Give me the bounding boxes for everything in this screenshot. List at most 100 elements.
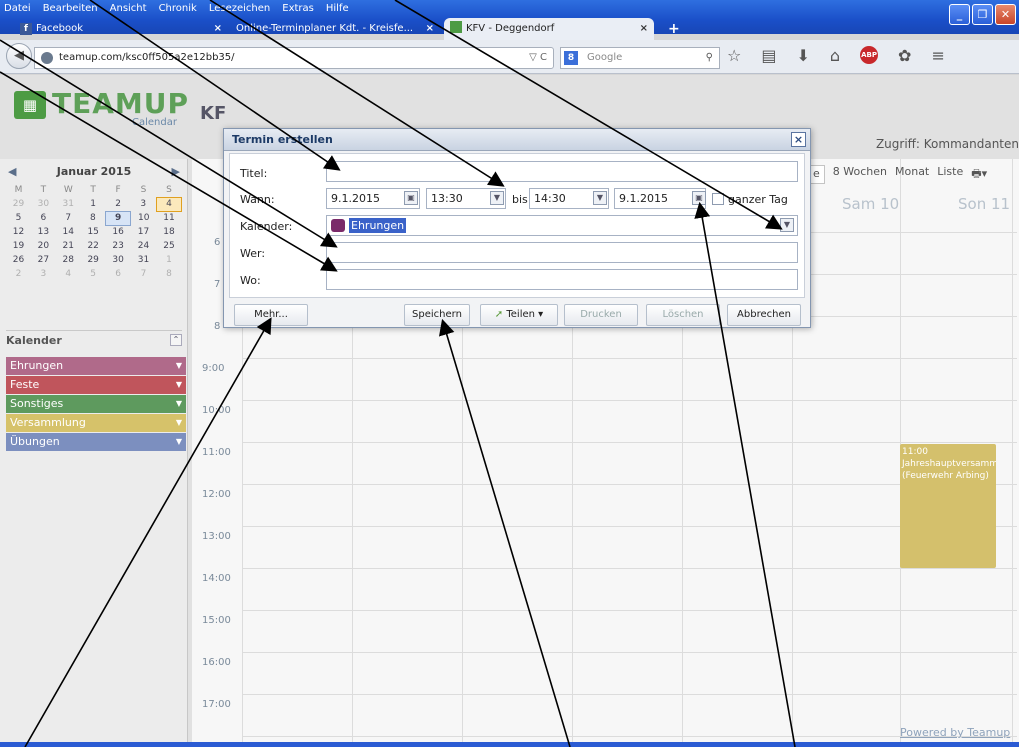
menu-extras[interactable]: Extras (282, 0, 314, 18)
day-cell[interactable]: 2 (106, 197, 131, 211)
calendar-item-feste[interactable]: Feste ▼ (6, 376, 186, 394)
close-tab-icon[interactable]: × (640, 18, 648, 40)
day-cell[interactable]: 25 (157, 239, 182, 253)
save-button[interactable]: Speichern (404, 304, 470, 326)
prev-month-icon[interactable]: ◀ (8, 165, 16, 178)
adblock-icon[interactable]: ABP (860, 46, 879, 64)
day-cell[interactable]: 8 (157, 267, 182, 281)
day-cell[interactable]: 5 (81, 267, 106, 281)
calendar-select[interactable]: Ehrungen ▼ (326, 215, 798, 236)
day-cell[interactable]: 8 (81, 211, 106, 225)
day-cell[interactable]: 14 (56, 225, 81, 239)
day-cell[interactable]: 20 (31, 239, 56, 253)
day-cell[interactable]: 30 (31, 197, 56, 211)
day-cell-today[interactable]: 4 (156, 196, 182, 212)
day-cell[interactable]: 7 (131, 267, 157, 281)
dropdown-icon[interactable]: ▼ (176, 433, 182, 451)
day-cell[interactable]: 10 (131, 211, 157, 225)
day-cell[interactable]: 13 (31, 225, 56, 239)
day-cell[interactable]: 12 (6, 225, 31, 239)
tab-list[interactable]: Liste (937, 165, 963, 184)
menu-chronik[interactable]: Chronik (159, 0, 197, 18)
tab-facebook[interactable]: f Facebook × (14, 18, 228, 40)
day-cell[interactable]: 6 (31, 211, 56, 225)
cancel-button[interactable]: Abbrechen (727, 304, 801, 326)
share-button[interactable]: ➚ Teilen ▾ (480, 304, 558, 326)
calendar-item-uebungen[interactable]: Übungen ▼ (6, 433, 186, 451)
reload-icon[interactable]: ▽ C (529, 48, 547, 68)
day-cell[interactable]: 29 (6, 197, 31, 211)
print-button[interactable]: Drucken (564, 304, 638, 326)
calendar-item-sonstiges[interactable]: Sonstiges ▼ (6, 395, 186, 413)
day-cell[interactable]: 5 (6, 211, 31, 225)
dropdown-icon[interactable]: ▼ (176, 414, 182, 432)
day-cell[interactable]: 31 (131, 253, 157, 267)
print-icon[interactable]: 🖶▾ (971, 165, 987, 184)
day-cell[interactable]: 22 (81, 239, 106, 253)
search-icon[interactable]: ⚲ (706, 48, 713, 68)
calendar-picker-icon[interactable]: ▣ (404, 191, 418, 205)
chevron-down-icon[interactable]: ▼ (490, 191, 504, 205)
day-cell[interactable]: 1 (157, 253, 182, 267)
star-icon[interactable]: ☆ (727, 46, 741, 65)
collapse-icon[interactable]: ⌃ (170, 334, 182, 346)
day-cell[interactable]: 7 (56, 211, 81, 225)
day-cell[interactable]: 19 (6, 239, 31, 253)
where-input[interactable] (326, 269, 798, 290)
calendar-item-ehrungen[interactable]: Ehrungen ▼ (6, 357, 186, 375)
tab-terminplaner[interactable]: Online-Terminplaner Kdt. - Kreisfe... × (230, 18, 440, 40)
chevron-down-icon[interactable]: ▼ (593, 191, 607, 205)
day-cell[interactable]: 16 (106, 225, 131, 239)
day-cell[interactable]: 1 (81, 197, 106, 211)
tab-8-weeks[interactable]: 8 Wochen (833, 165, 887, 184)
who-input[interactable] (326, 242, 798, 263)
home-icon[interactable]: ⌂ (830, 46, 840, 65)
day-cell[interactable]: 27 (31, 253, 56, 267)
close-tab-icon[interactable]: × (214, 18, 222, 40)
day-cell[interactable]: 30 (106, 253, 131, 267)
menu-bearbeiten[interactable]: Bearbeiten (43, 0, 98, 18)
day-cell[interactable]: 11 (157, 211, 182, 225)
day-cell[interactable]: 31 (56, 197, 81, 211)
day-cell[interactable]: 15 (81, 225, 106, 239)
menu-hilfe[interactable]: Hilfe (326, 0, 349, 18)
menu-lesezeichen[interactable]: Lesezeichen (209, 0, 270, 18)
tab-kfv-deggendorf[interactable]: KFV - Deggendorf × (444, 18, 654, 40)
day-cell[interactable]: 6 (106, 267, 131, 281)
day-cell[interactable]: 28 (56, 253, 81, 267)
chevron-down-icon[interactable]: ▼ (780, 218, 794, 232)
new-tab-button[interactable]: + (662, 18, 682, 40)
powered-by-link[interactable]: Powered by Teamup (900, 726, 1010, 739)
day-cell[interactable]: 21 (56, 239, 81, 253)
day-cell[interactable]: 26 (6, 253, 31, 267)
day-cell[interactable]: 3 (31, 267, 56, 281)
day-cell[interactable]: 29 (81, 253, 106, 267)
more-button[interactable]: Mehr... (234, 304, 308, 326)
delete-button[interactable]: Löschen (646, 304, 720, 326)
dropdown-icon[interactable]: ▼ (176, 395, 182, 413)
dropdown-icon[interactable]: ▼ (176, 357, 182, 375)
tab-month[interactable]: Monat (895, 165, 929, 184)
close-tab-icon[interactable]: × (426, 18, 434, 40)
calendar-event[interactable]: 11:00 Jahreshauptversammlung (Feuerwehr … (900, 444, 996, 568)
next-month-icon[interactable]: ▶ (172, 165, 180, 178)
dropdown-icon[interactable]: ▼ (176, 376, 182, 394)
download-icon[interactable]: ⬇ (796, 46, 809, 65)
allday-checkbox[interactable] (712, 193, 724, 205)
close-icon[interactable]: × (791, 132, 806, 147)
addon-icon[interactable]: ✿ (898, 46, 911, 65)
day-cell[interactable]: 4 (56, 267, 81, 281)
search-input[interactable]: 8 Google ⚲ (560, 47, 720, 69)
day-cell[interactable]: 17 (131, 225, 157, 239)
menu-icon[interactable]: ≡ (931, 46, 944, 65)
url-bar[interactable]: teamup.com/ksc0ff505a2e12bb35/ ▽ C (34, 47, 554, 69)
title-input[interactable] (326, 161, 798, 182)
back-arrow-icon[interactable]: ◀ (6, 43, 32, 69)
calendar-picker-icon[interactable]: ▣ (692, 191, 706, 205)
calendar-item-versammlung[interactable]: Versammlung ▼ (6, 414, 186, 432)
day-cell-selected[interactable]: 9 (105, 210, 132, 226)
reading-list-icon[interactable]: ▤ (761, 46, 776, 65)
day-cell[interactable]: 3 (131, 197, 157, 211)
day-cell[interactable]: 23 (106, 239, 131, 253)
menu-datei[interactable]: Datei (4, 0, 31, 18)
